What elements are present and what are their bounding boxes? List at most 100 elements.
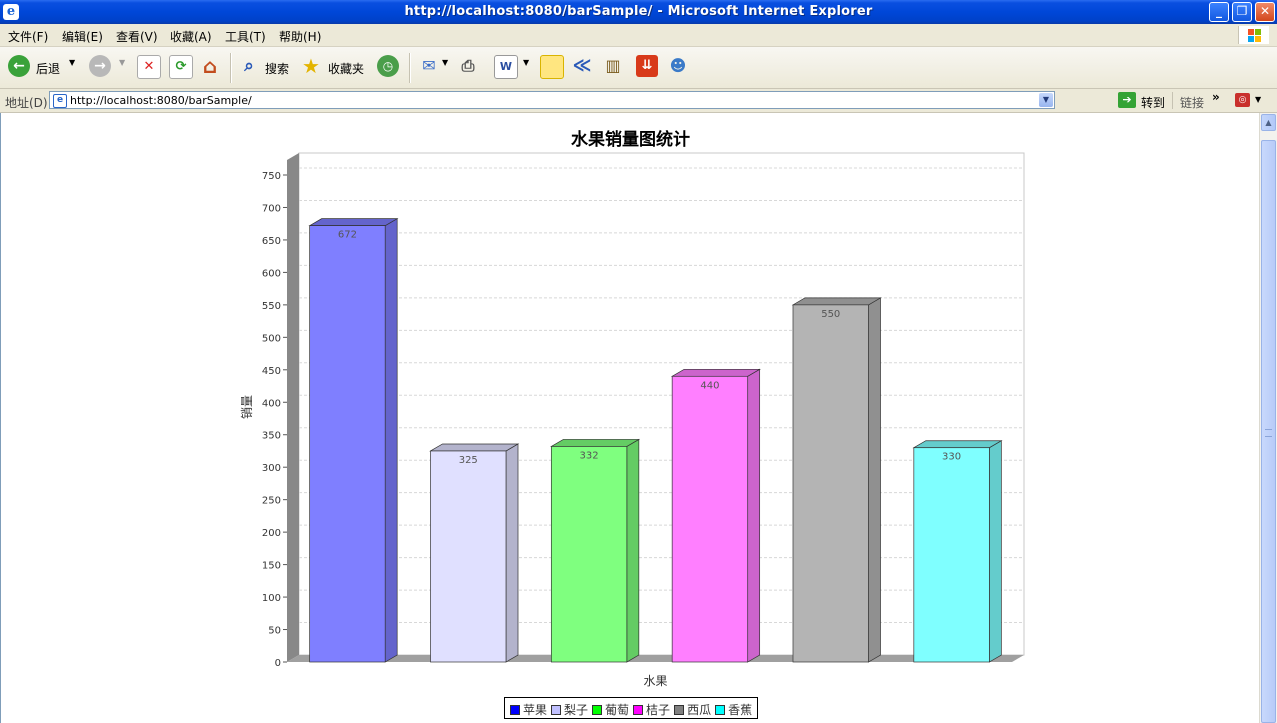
address-box[interactable]: e ▼ xyxy=(49,91,1055,109)
y-tick-label: 450 xyxy=(262,366,281,377)
bar-side xyxy=(626,438,640,663)
bar-top xyxy=(670,368,761,377)
mail-icon[interactable]: ✉ xyxy=(418,55,440,77)
page-icon: e xyxy=(53,94,67,108)
bar-top xyxy=(791,297,882,306)
bar-value-label: 672 xyxy=(338,230,357,241)
menu-edit[interactable]: 编辑(E) xyxy=(62,28,103,45)
y-axis-label: 销量 xyxy=(240,395,254,419)
minimize-button[interactable]: _ xyxy=(1209,2,1229,22)
bar-value-label: 332 xyxy=(580,450,599,461)
research-icon[interactable]: ▥ xyxy=(602,55,624,77)
page-content: 水果销量图统计 0 50 100 150 200 250 300 350 400 450 500 55… xyxy=(0,113,1259,723)
bar-side xyxy=(747,368,761,663)
bar-side xyxy=(868,297,881,663)
tool-dropdown-icon[interactable]: ▼ xyxy=(1255,95,1261,104)
address-input[interactable] xyxy=(70,93,1010,107)
vertical-scrollbar[interactable]: ▲ xyxy=(1259,113,1277,723)
address-label: 地址(D) xyxy=(5,96,48,110)
bar xyxy=(792,304,869,663)
notes-icon[interactable] xyxy=(540,55,564,79)
scroll-thumb[interactable] xyxy=(1261,140,1276,723)
y-tick-label: 350 xyxy=(262,431,281,442)
y-tick-label: 600 xyxy=(262,268,281,279)
forward-dropdown-icon[interactable]: ▼ xyxy=(119,58,125,67)
y-tick-label: 400 xyxy=(262,398,281,409)
chart-legend: 苹果 梨子 葡萄 桔子 西瓜 香蕉 xyxy=(504,697,759,719)
menu-view[interactable]: 查看(V) xyxy=(116,28,158,45)
search-label[interactable]: 搜索 xyxy=(265,60,289,77)
legend-swatch xyxy=(715,704,726,715)
legend-item: 桔子 xyxy=(633,701,670,718)
legend-swatch xyxy=(551,704,562,715)
toolbar-separator xyxy=(230,53,232,83)
messenger-icon[interactable]: ≪ xyxy=(571,55,593,77)
y-tick-label: 100 xyxy=(262,593,281,604)
favorites-star-icon[interactable]: ★ xyxy=(300,55,322,77)
y-tick-label: 500 xyxy=(262,333,281,344)
legend-item: 香蕉 xyxy=(715,701,752,718)
back-arrow-icon[interactable]: ← xyxy=(8,55,30,77)
go-label[interactable]: 转到 xyxy=(1141,94,1165,111)
forward-arrow-icon[interactable]: → xyxy=(89,55,111,77)
download-icon[interactable]: ⇊ xyxy=(636,55,658,77)
bar-value-label: 440 xyxy=(700,380,719,391)
address-bar: 地址(D) e ▼ ➔ 转到 链接 » ◎ ▼ xyxy=(0,89,1277,113)
edit-dropdown-icon[interactable]: ▼ xyxy=(523,58,529,67)
y-tick-label: 200 xyxy=(262,528,281,539)
back-dropdown-icon[interactable]: ▼ xyxy=(69,58,75,67)
back-label[interactable]: 后退 xyxy=(36,60,60,77)
legend-item: 葡萄 xyxy=(592,701,629,718)
toolbar-separator xyxy=(409,53,411,83)
bar-side xyxy=(988,440,1002,663)
bar-chart: 0 50 100 150 200 250 300 350 400 450 500 550 600 650 7… xyxy=(240,152,1025,688)
history-icon[interactable]: ◷ xyxy=(377,55,399,77)
links-chevron-icon[interactable]: » xyxy=(1212,90,1220,104)
legend-item: 梨子 xyxy=(551,701,588,718)
scroll-up-icon[interactable]: ▲ xyxy=(1261,114,1276,131)
links-separator xyxy=(1172,92,1173,109)
y-tick-label: 750 xyxy=(262,171,281,182)
word-edit-icon[interactable]: W xyxy=(494,55,518,79)
bar-top xyxy=(912,440,1003,449)
stop-icon[interactable]: ✕ xyxy=(137,55,161,79)
favorites-label[interactable]: 收藏夹 xyxy=(328,60,364,77)
legend-label: 西瓜 xyxy=(687,703,712,717)
bar xyxy=(309,225,386,663)
bar xyxy=(430,450,507,663)
bar xyxy=(671,375,749,663)
close-button[interactable]: ✕ xyxy=(1255,2,1275,22)
y-tick-label: 0 xyxy=(275,658,281,669)
msn-people-icon[interactable]: ☻ xyxy=(667,55,689,77)
search-icon[interactable]: ⌕ xyxy=(238,55,260,77)
refresh-icon[interactable]: ⟳ xyxy=(169,55,193,79)
legend-item: 西瓜 xyxy=(674,701,711,718)
bar xyxy=(550,446,628,663)
y-tick-label: 300 xyxy=(262,463,281,474)
legend-item: 苹果 xyxy=(510,701,547,718)
tool-icon[interactable]: ◎ xyxy=(1235,93,1250,107)
legend-label: 香蕉 xyxy=(728,703,753,717)
y-tick-label: 150 xyxy=(262,561,281,572)
bar-side xyxy=(384,218,398,663)
legend-swatch xyxy=(633,704,644,715)
bar-value-label: 330 xyxy=(942,452,961,463)
menu-help[interactable]: 帮助(H) xyxy=(279,28,321,45)
y-tick-label: 50 xyxy=(268,626,281,637)
window-title: http://localhost:8080/barSample/ - Micro… xyxy=(404,4,873,19)
maximize-button[interactable]: ❐ xyxy=(1232,2,1252,22)
print-icon[interactable]: ⎙ xyxy=(457,55,479,77)
go-arrow-icon[interactable]: ➔ xyxy=(1118,92,1136,108)
home-icon[interactable]: ⌂ xyxy=(199,55,221,77)
menu-file[interactable]: 文件(F) xyxy=(8,28,48,45)
links-label[interactable]: 链接 xyxy=(1180,94,1204,111)
bar-top xyxy=(429,443,520,452)
menu-favorites[interactable]: 收藏(A) xyxy=(170,28,212,45)
bar-side xyxy=(505,443,519,663)
address-dropdown-icon[interactable]: ▼ xyxy=(1039,93,1053,107)
mail-dropdown-icon[interactable]: ▼ xyxy=(442,58,448,67)
plot-left-wall xyxy=(287,153,299,662)
menu-tools[interactable]: 工具(T) xyxy=(225,28,266,45)
plot-floor xyxy=(287,655,1024,662)
legend-label: 苹果 xyxy=(523,703,548,717)
